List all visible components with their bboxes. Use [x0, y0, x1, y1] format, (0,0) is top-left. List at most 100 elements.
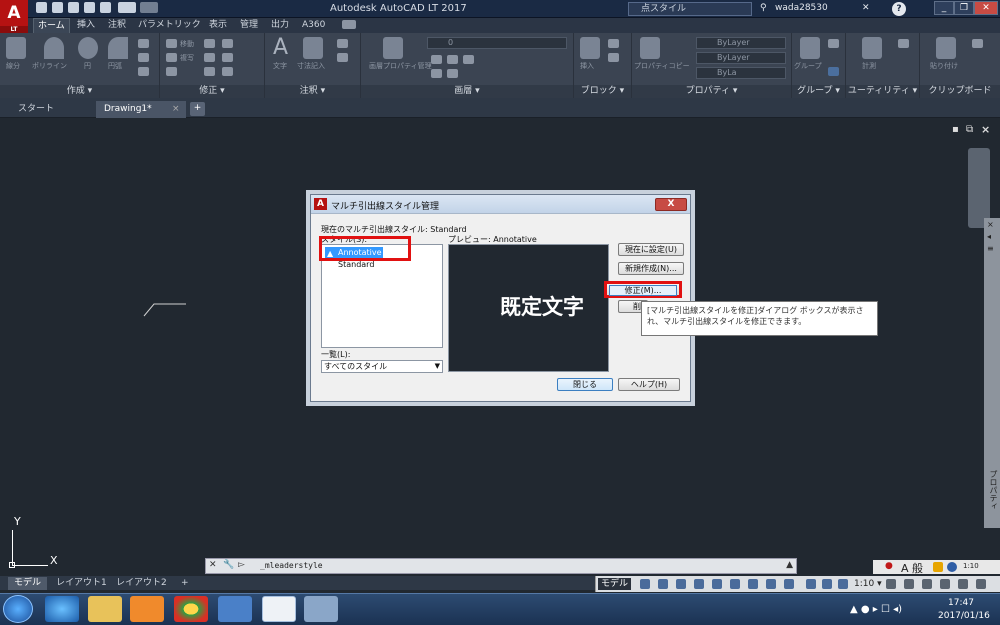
region-icon[interactable]: [138, 67, 149, 76]
system-tray-icons[interactable]: ▲ ● ▸ ☐ ◂): [850, 604, 902, 615]
app-logo[interactable]: A LT: [0, 0, 28, 34]
copy-icon[interactable]: [166, 53, 177, 62]
tab-add-layout[interactable]: +: [175, 577, 195, 590]
tab-close-icon[interactable]: ×: [172, 104, 180, 114]
tab-manage[interactable]: 管理: [236, 18, 262, 33]
table-icon[interactable]: [337, 53, 348, 62]
status-scale[interactable]: 1:10 ▾: [854, 579, 882, 589]
layer-current-icon[interactable]: [431, 69, 442, 78]
style-item-standard[interactable]: Standard: [338, 260, 374, 269]
clock-time[interactable]: 17:47: [948, 598, 974, 608]
panel-groups-label[interactable]: グループ ▾: [792, 85, 845, 98]
tab-output[interactable]: 出力: [267, 18, 293, 33]
layer-isolate-icon[interactable]: [447, 55, 458, 64]
tab-view[interactable]: 表示: [205, 18, 231, 33]
close-button[interactable]: 閉じる: [557, 378, 613, 391]
redo-icon[interactable]: [140, 2, 158, 13]
annotation-scale[interactable]: 1:10: [963, 562, 979, 570]
lineweight-select[interactable]: ByLa: [696, 67, 786, 79]
linetype-select[interactable]: ByLayer: [696, 52, 786, 64]
annotation-tray[interactable]: ● A 般 1:10: [873, 560, 1000, 575]
workspace-gear-icon[interactable]: [886, 579, 896, 589]
mirror-icon[interactable]: [204, 53, 215, 62]
plus-icon[interactable]: [904, 579, 914, 589]
polyline-icon[interactable]: [44, 37, 64, 59]
binoculars-icon[interactable]: ⚲: [760, 3, 767, 13]
window-minimize-button[interactable]: _: [934, 1, 954, 15]
panel-draw-label[interactable]: 作成 ▾: [0, 85, 159, 98]
tab-start[interactable]: スタート: [10, 101, 62, 118]
command-line[interactable]: ✕ 🔧 ▻ _mleaderstyle ▲: [205, 558, 797, 574]
navigation-bar[interactable]: [968, 148, 990, 228]
panel-modify-label[interactable]: 修正 ▾: [160, 85, 264, 98]
move-icon[interactable]: [166, 39, 177, 48]
dialog-title-bar[interactable]: A マルチ引出線スタイル管理 X: [311, 195, 690, 214]
viewport-minimize-icon[interactable]: ▪: [952, 124, 959, 135]
command-close-icon[interactable]: ✕: [209, 560, 217, 570]
media-player-icon[interactable]: [130, 596, 164, 622]
group-select-icon[interactable]: [828, 67, 839, 76]
measure-icon[interactable]: [862, 37, 882, 59]
group-icon[interactable]: [800, 37, 820, 59]
trim-icon[interactable]: [222, 39, 233, 48]
annotation-warning-icon[interactable]: ●: [885, 561, 893, 571]
edit-block-icon[interactable]: [608, 53, 619, 62]
layer-select[interactable]: 0: [427, 37, 567, 49]
palette-close-icon[interactable]: ×: [987, 220, 994, 229]
panel-clipboard-label[interactable]: クリップボード: [920, 85, 1000, 98]
search-input[interactable]: 点スタイル: [628, 2, 752, 16]
grid-icon[interactable]: [640, 579, 650, 589]
panel-utilities-label[interactable]: ユーティリティ ▾: [846, 85, 919, 98]
open-file-icon[interactable]: [52, 2, 63, 13]
ie-icon[interactable]: [45, 596, 79, 622]
plot-icon[interactable]: [100, 2, 111, 13]
array-icon[interactable]: [222, 67, 233, 76]
customization-icon[interactable]: [976, 579, 986, 589]
match-properties-icon[interactable]: [640, 37, 660, 59]
circle-icon[interactable]: [78, 37, 98, 59]
dialog-close-button[interactable]: X: [655, 198, 687, 211]
quick-calc-icon[interactable]: [898, 39, 909, 48]
tab-model[interactable]: モデル: [8, 577, 48, 590]
paste-icon[interactable]: [936, 37, 956, 59]
fillet-icon[interactable]: [222, 53, 233, 62]
auto-scale-icon[interactable]: [822, 579, 832, 589]
tab-parametric[interactable]: パラメトリック: [134, 18, 205, 33]
tab-a360[interactable]: A360: [298, 18, 329, 33]
autocad-taskbar-icon[interactable]: [262, 596, 296, 622]
isodraft-icon[interactable]: [712, 579, 722, 589]
help-button[interactable]: ヘルプ(H): [618, 378, 680, 391]
arc-icon[interactable]: [108, 37, 128, 59]
explorer-icon[interactable]: [88, 596, 122, 622]
list-filter-select[interactable]: すべてのスタイル ▼: [321, 360, 443, 373]
tab-insert[interactable]: 挿入: [73, 18, 99, 33]
layer-match-icon[interactable]: [447, 69, 458, 78]
selection-cycling-icon[interactable]: [784, 579, 794, 589]
layer-freeze-icon[interactable]: [463, 55, 474, 64]
new-tab-button[interactable]: +: [190, 102, 205, 116]
chrome-icon[interactable]: [174, 596, 208, 622]
isolate-objects-icon[interactable]: [922, 579, 932, 589]
text-icon[interactable]: A: [273, 37, 293, 59]
modify-button[interactable]: 修正(M)...: [609, 285, 677, 296]
panel-layers-label[interactable]: 画層 ▾: [361, 85, 573, 98]
stretch-icon[interactable]: [166, 67, 177, 76]
paint-icon[interactable]: [304, 596, 338, 622]
dimension-icon[interactable]: [303, 37, 323, 59]
rectangle-icon[interactable]: [138, 39, 149, 48]
rotate-icon[interactable]: [204, 39, 215, 48]
help-icon[interactable]: ?: [892, 2, 906, 16]
thunderbird-icon[interactable]: [218, 596, 252, 622]
layer-properties-icon[interactable]: [383, 37, 403, 59]
palette-pin-icon[interactable]: ◂: [987, 232, 991, 241]
save-icon[interactable]: [68, 2, 79, 13]
color-select[interactable]: ByLayer: [696, 37, 786, 49]
snap-icon[interactable]: [658, 579, 668, 589]
create-block-icon[interactable]: [608, 39, 619, 48]
user-name[interactable]: wada28530: [775, 3, 828, 13]
command-history-up-icon[interactable]: ▲: [786, 560, 793, 570]
panel-block-label[interactable]: ブロック ▾: [574, 85, 631, 98]
viewport-restore-icon[interactable]: ⧉: [966, 124, 973, 135]
wrench-icon[interactable]: 🔧: [223, 560, 234, 570]
clock-date[interactable]: 2017/01/16: [938, 611, 990, 621]
